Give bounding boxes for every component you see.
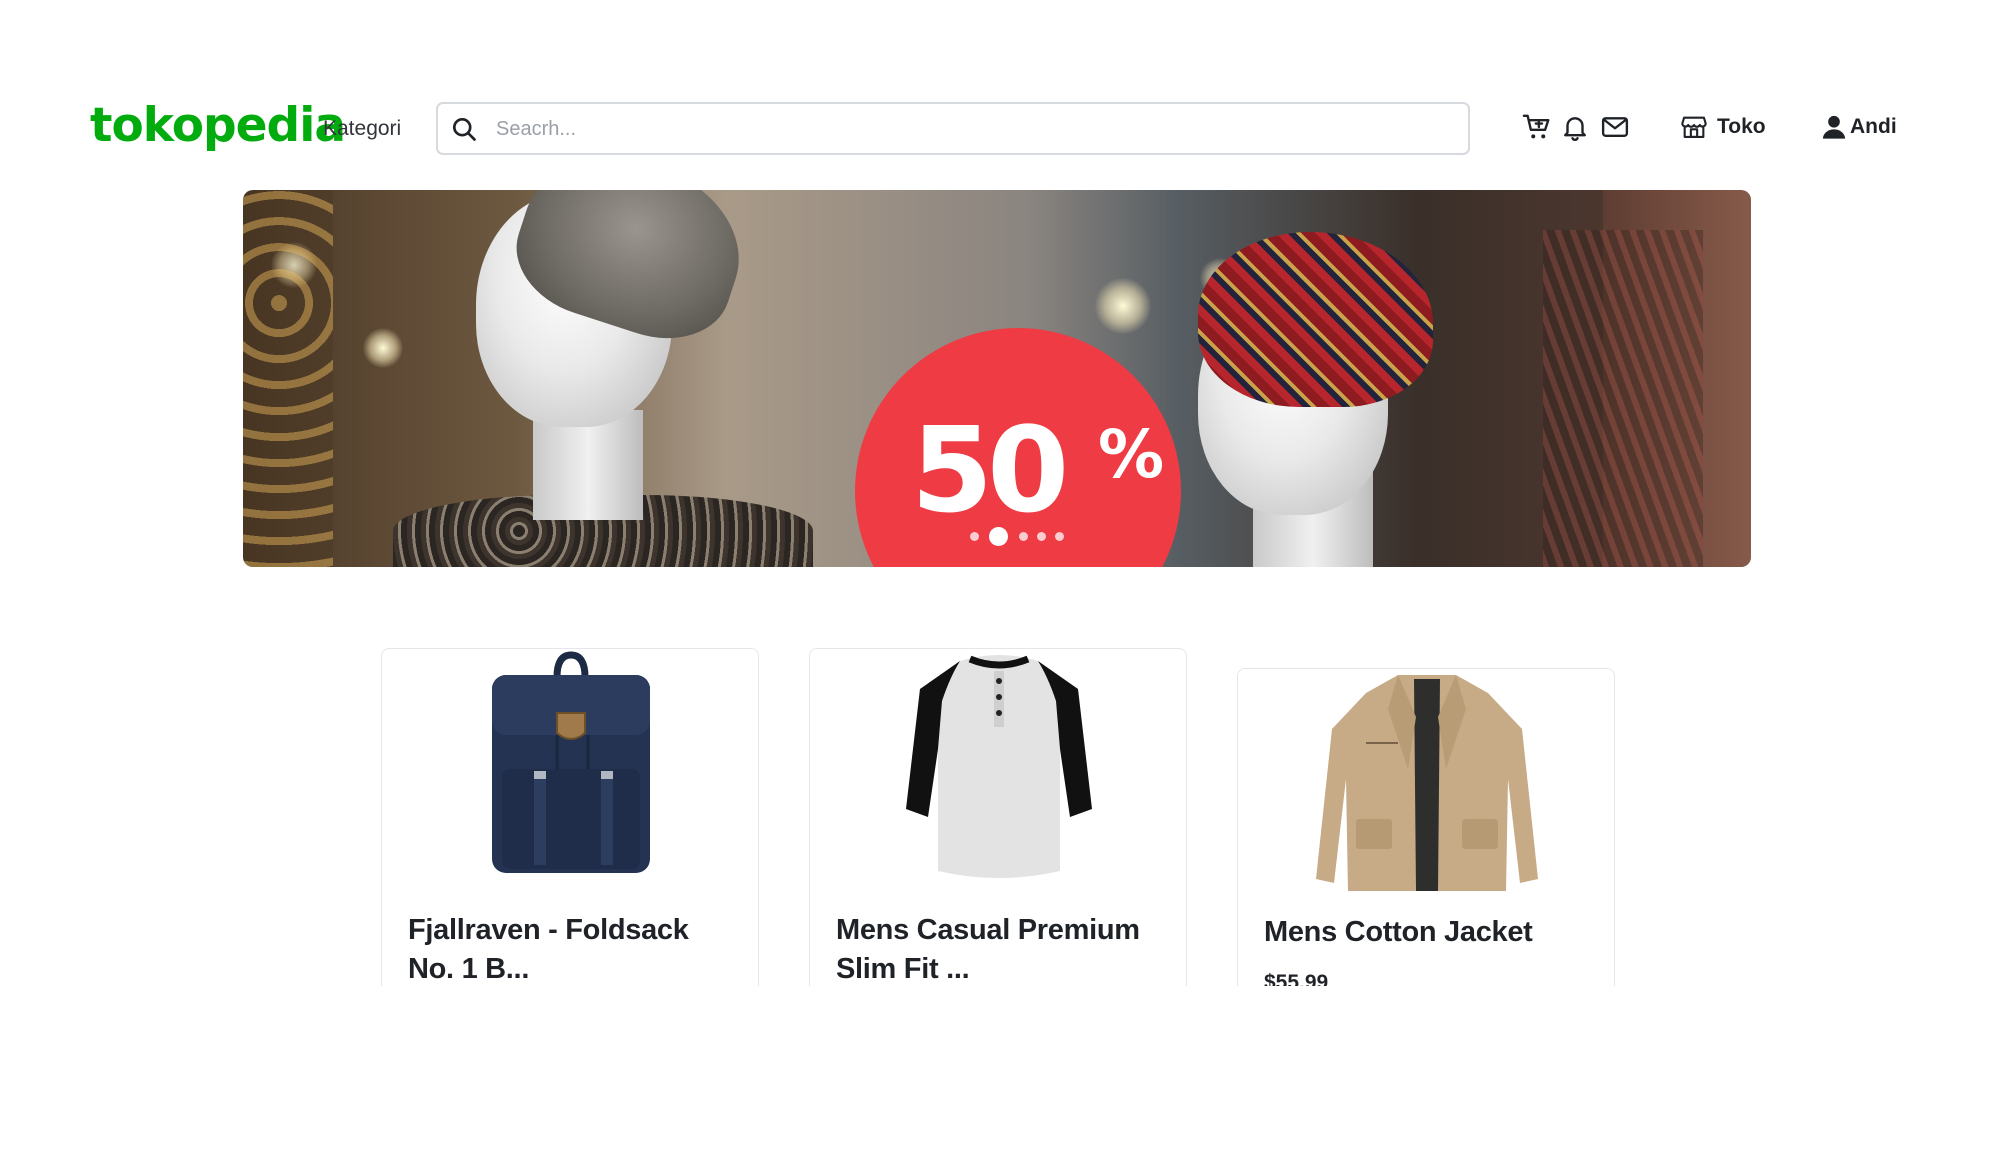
toko-button[interactable]: Toko — [1680, 110, 1766, 144]
mail-icon[interactable] — [1600, 112, 1630, 142]
product-card[interactable]: Mens Cotton Jacket $55.99 — [1237, 668, 1615, 986]
product-image — [1238, 669, 1614, 901]
tokopedia-logo[interactable]: tokopedia — [90, 98, 346, 154]
carousel-indicators — [243, 527, 1751, 547]
mannequin-headscarf — [1198, 232, 1433, 407]
product-image — [810, 649, 1186, 881]
sale-number: 50 — [911, 401, 1069, 539]
carousel-dot[interactable] — [1055, 532, 1064, 541]
store-icon — [1681, 116, 1707, 138]
carousel-dot[interactable] — [1037, 532, 1046, 541]
user-name: Andi — [1850, 115, 1897, 138]
toko-label: Toko — [1717, 115, 1766, 138]
product-title[interactable]: Mens Cotton Jacket — [1264, 913, 1594, 952]
kategori-menu[interactable]: Kategori — [323, 116, 401, 142]
product-card[interactable]: Mens Casual Premium Slim Fit ... — [809, 648, 1187, 986]
search-icon — [452, 117, 476, 141]
carousel-dot-active[interactable] — [989, 527, 1008, 546]
top-nav: tokopedia Kategori Toko — [0, 96, 2002, 162]
carousel-dot[interactable] — [1019, 532, 1028, 541]
bell-icon[interactable] — [1560, 112, 1590, 142]
user-icon — [1822, 115, 1846, 139]
product-card[interactable]: Fjallraven - Foldsack No. 1 B... — [381, 648, 759, 986]
product-image — [382, 649, 758, 881]
promo-banner[interactable]: 50 % — [243, 190, 1751, 567]
product-title[interactable]: Mens Casual Premium Slim Fit ... — [836, 911, 1166, 986]
product-price: $55.99 — [1264, 971, 1329, 986]
carousel-dot[interactable] — [970, 532, 979, 541]
search-bar[interactable] — [436, 102, 1470, 155]
search-input[interactable] — [496, 113, 1456, 145]
product-title[interactable]: Fjallraven - Foldsack No. 1 B... — [408, 911, 738, 986]
sale-percent-sign: % — [1098, 416, 1165, 493]
user-menu[interactable]: Andi — [1820, 110, 1897, 144]
cart-icon[interactable] — [1522, 112, 1552, 142]
